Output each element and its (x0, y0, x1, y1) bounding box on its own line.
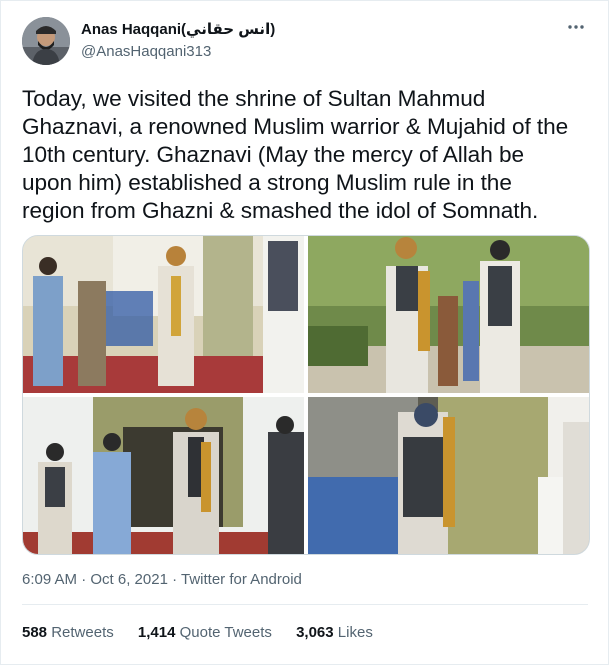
tweet-meta: 6:09 AM · Oct 6, 2021 · Twitter for Andr… (22, 571, 302, 588)
quote-tweets-label: Quote Tweets (179, 624, 272, 641)
quote-tweets-stat[interactable]: 1,414 Quote Tweets (138, 624, 276, 641)
author-display-name[interactable]: Anas Haqqani(انس حقاني) (81, 20, 275, 38)
quote-tweets-count: 1,414 (137, 624, 176, 641)
retweets-count: 588 (22, 624, 48, 641)
retweets-stat[interactable]: 588 Retweets (22, 624, 118, 641)
avatar[interactable] (22, 17, 70, 65)
retweets-label: Retweets (51, 624, 114, 641)
likes-label: Likes (337, 624, 373, 641)
media-grid (22, 235, 590, 555)
more-horizontal-icon[interactable] (566, 17, 586, 37)
tweet-source[interactable]: Twitter for Android (181, 571, 302, 588)
photo-3[interactable] (23, 397, 304, 554)
author-handle[interactable]: @AnasHaqqani313 (81, 43, 211, 60)
tweet-timestamp[interactable]: 6:09 AM · Oct 6, 2021 (22, 571, 168, 588)
photo-2[interactable] (308, 236, 589, 393)
likes-count: 3,063 (296, 624, 334, 641)
meta-separator: · (172, 571, 181, 588)
photo-4[interactable] (308, 397, 589, 554)
tweet-card: Anas Haqqani(انس حقاني) @AnasHaqqani313 … (0, 0, 609, 665)
likes-stat[interactable]: 3,063 Likes (296, 624, 373, 641)
tweet-stats: 588 Retweets 1,414 Quote Tweets 3,063 Li… (22, 624, 393, 641)
divider (22, 604, 588, 605)
photo-1[interactable] (23, 236, 304, 393)
tweet-text: Today, we visited the shrine of Sultan M… (22, 86, 569, 223)
